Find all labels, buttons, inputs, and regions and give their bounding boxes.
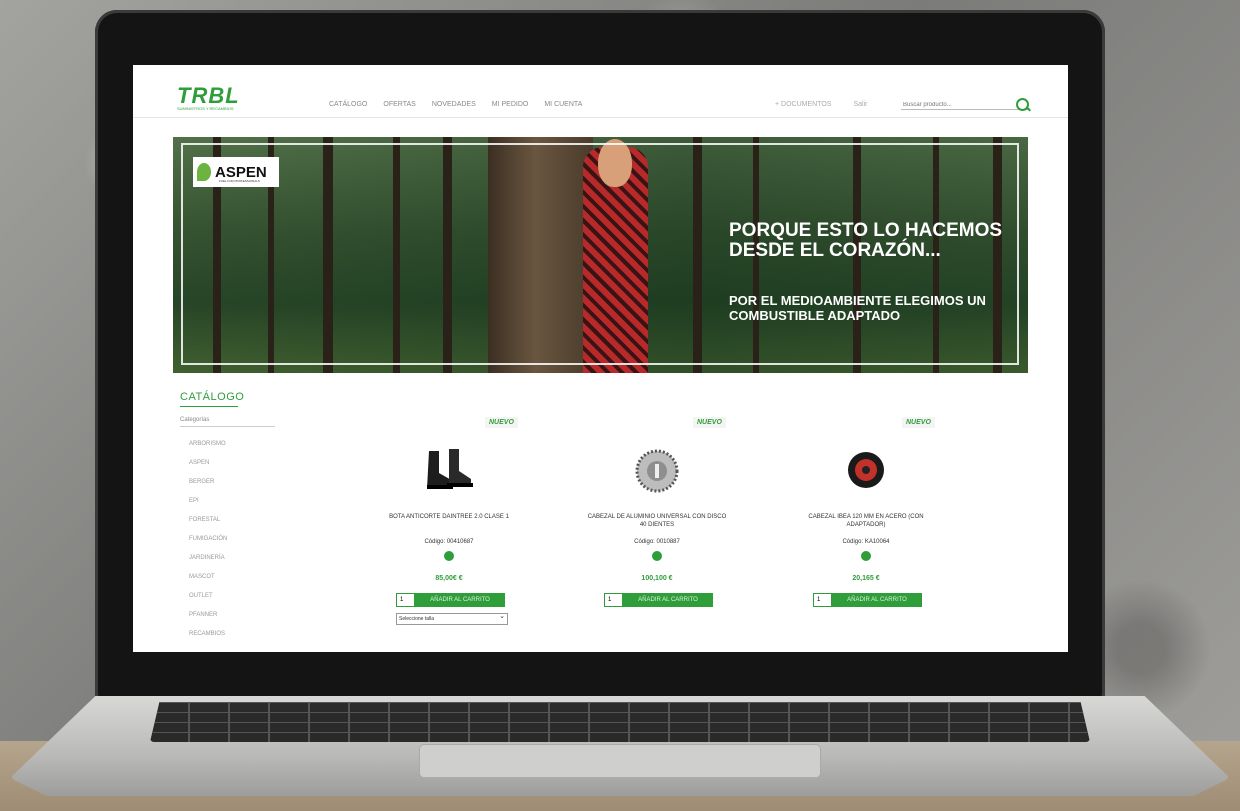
banner-subline: POR EL MEDIOAMBIENTE ELEGIMOS UN COMBUST…: [729, 293, 986, 323]
category-item-aspen[interactable]: ASPEN: [189, 458, 227, 477]
boots-image[interactable]: [421, 447, 477, 493]
category-item-epi[interactable]: EPI: [189, 496, 227, 515]
aspen-brand-subtitle: FUEL FOR PROFESSIONALS: [219, 179, 260, 183]
nav-item-catalogo[interactable]: CATÁLOGO: [329, 101, 367, 108]
new-badge: NUEVO: [485, 417, 518, 428]
aspen-brand-text: ASPEN: [215, 163, 267, 181]
product-name[interactable]: BOTA ANTICORTE DAINTREE 2.0 CLASE 1: [379, 513, 519, 521]
catalog-title-underline: [180, 406, 238, 407]
search-box: [901, 93, 1029, 110]
category-item-recambios[interactable]: RECAMBIOS: [189, 629, 227, 648]
categories-label: Categorías: [180, 417, 275, 427]
aspen-logo: ASPEN FUEL FOR PROFESSIONALS: [193, 157, 279, 187]
quantity-input[interactable]: 1: [604, 593, 623, 607]
add-to-cart-button[interactable]: AÑADIR AL CARRITO: [415, 593, 505, 607]
nav-item-documentos[interactable]: + DOCUMENTOS: [775, 101, 831, 108]
site-logo-subtitle: SUMINISTROS Y RECAMBIOS: [177, 106, 234, 111]
catalog-title: CATÁLOGO: [180, 391, 245, 403]
category-item-berger[interactable]: BERGER: [189, 477, 227, 496]
new-badge: NUEVO: [902, 417, 935, 428]
laptop-trackpad: [420, 745, 820, 777]
add-to-cart-button[interactable]: AÑADIR AL CARRITO: [832, 593, 922, 607]
product-price: 20,165 €: [852, 575, 880, 582]
banner-headline: PORQUE ESTO LO HACEMOS DESDE EL CORAZÓN.…: [729, 220, 1003, 261]
nav-item-mi-cuenta[interactable]: MI CUENTA: [544, 101, 582, 108]
trimmer-head-image[interactable]: [635, 449, 679, 493]
product-name[interactable]: CABEZAL DE ALUMINIO UNIVERSAL CON DISCO …: [587, 513, 727, 529]
category-list: ARBORISMO ASPEN BERGER EPI FORESTAL FUMI…: [189, 439, 227, 648]
secondary-nav: + DOCUMENTOS Salir: [775, 101, 867, 108]
category-item-mascot[interactable]: MASCOT: [189, 572, 227, 591]
category-item-fumigacion[interactable]: FUMIGACIÓN: [189, 534, 227, 553]
trimmer-head-image[interactable]: [846, 450, 886, 490]
main-nav: CATÁLOGO OFERTAS NOVEDADES MI PEDIDO MI …: [329, 101, 582, 108]
quantity-input[interactable]: 1: [813, 593, 832, 607]
hero-banner[interactable]: ASPEN FUEL FOR PROFESSIONALS PORQUE ESTO…: [173, 137, 1028, 373]
laptop-screen: TRBL SUMINISTROS Y RECAMBIOS CATÁLOGO OF…: [133, 65, 1068, 652]
product-price: 100,100 €: [641, 575, 673, 582]
category-item-outlet[interactable]: OUTLET: [189, 591, 227, 610]
search-icon[interactable]: [1016, 98, 1029, 111]
quantity-input[interactable]: 1: [396, 593, 415, 607]
nav-item-ofertas[interactable]: OFERTAS: [383, 101, 415, 108]
category-item-forestal[interactable]: FORESTAL: [189, 515, 227, 534]
stock-indicator: [444, 551, 454, 561]
product-code: Código: 0010887: [634, 539, 680, 545]
laptop-keyboard: [150, 702, 1090, 742]
stock-indicator: [652, 551, 662, 561]
nav-item-novedades[interactable]: NOVEDADES: [432, 101, 476, 108]
size-select[interactable]: Seleccione talla: [396, 612, 508, 625]
add-to-cart-button[interactable]: AÑADIR AL CARRITO: [623, 593, 713, 607]
stock-indicator: [861, 551, 871, 561]
site-header: TRBL SUMINISTROS Y RECAMBIOS CATÁLOGO OF…: [133, 65, 1068, 118]
leaf-icon: [197, 163, 211, 181]
category-item-arborismo[interactable]: ARBORISMO: [189, 439, 227, 458]
category-item-pfanner[interactable]: PFANNER: [189, 610, 227, 629]
product-code: Código: 00410687: [424, 539, 474, 545]
search-input[interactable]: [901, 101, 1015, 109]
product-code: Código: KA10064: [842, 539, 890, 545]
nav-item-salir[interactable]: Salir: [853, 101, 867, 108]
category-item-jardineria[interactable]: JARDINERÍA: [189, 553, 227, 572]
product-price: 85,00€ €: [435, 575, 463, 582]
new-badge: NUEVO: [693, 417, 726, 428]
nav-item-mi-pedido[interactable]: MI PEDIDO: [492, 101, 529, 108]
product-name[interactable]: CABEZAL IBEA 120 MM EN ACERO (CON ADAPTA…: [796, 513, 936, 529]
